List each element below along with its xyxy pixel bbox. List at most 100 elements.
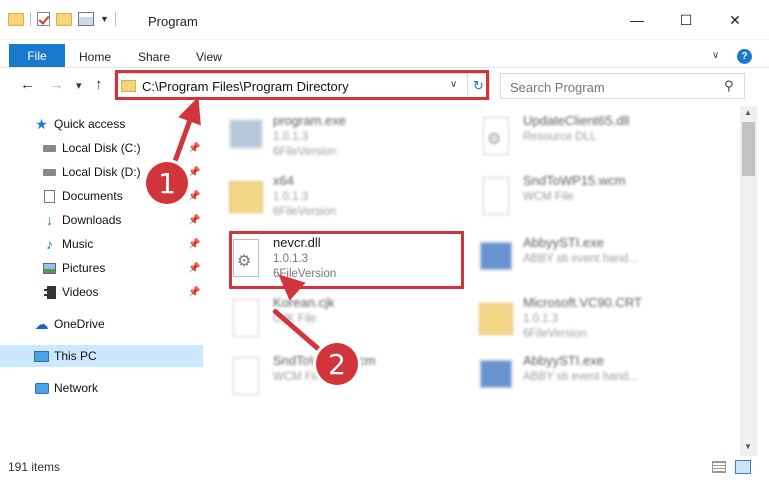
pin-icon[interactable]: 📌 bbox=[188, 143, 200, 154]
tab-file[interactable]: File bbox=[9, 44, 65, 67]
sidebar-item-onedrive[interactable]: ☁ OneDrive bbox=[0, 313, 203, 335]
up-button[interactable]: ↑ bbox=[95, 76, 103, 93]
file-type: ABBY sti event hand... bbox=[523, 371, 638, 383]
pin-icon[interactable]: 📌 bbox=[188, 263, 200, 274]
pc-icon bbox=[34, 349, 49, 363]
properties-checkbox-icon[interactable] bbox=[37, 12, 50, 26]
folder-icon bbox=[477, 297, 513, 341]
drive-icon bbox=[42, 165, 57, 179]
file-item[interactable]: ⚙ UpdateClient65.dll Resource DLL bbox=[455, 109, 715, 165]
pin-icon[interactable]: 📌 bbox=[188, 215, 200, 226]
pin-icon[interactable]: 📌 bbox=[188, 167, 200, 178]
sidebar-item-quick-access[interactable]: ★ Quick access bbox=[0, 113, 203, 135]
search-placeholder: Search Program bbox=[510, 80, 605, 95]
pin-icon[interactable]: 📌 bbox=[188, 239, 200, 250]
tab-home[interactable]: Home bbox=[79, 50, 111, 64]
file-name: program.exe bbox=[273, 113, 346, 128]
file-type: ABBY sti event hand... bbox=[523, 253, 638, 265]
forward-button[interactable]: → bbox=[49, 76, 64, 93]
expand-ribbon-icon[interactable]: ∨ bbox=[712, 50, 719, 61]
status-bar: 191 items bbox=[0, 456, 769, 487]
file-highlight-box bbox=[229, 231, 464, 289]
file-version: 1.0.1.3 bbox=[273, 191, 309, 203]
quick-access-toolbar: ▼ bbox=[8, 12, 116, 26]
sidebar-item-pictures[interactable]: Pictures 📌 bbox=[0, 257, 203, 279]
sidebar-item-this-pc[interactable]: This PC bbox=[0, 345, 203, 367]
pin-icon[interactable]: 📌 bbox=[188, 191, 200, 202]
document-icon bbox=[477, 175, 513, 219]
file-description: 6FileVersion bbox=[273, 206, 337, 218]
dll-icon: ⚙ bbox=[477, 115, 513, 159]
music-icon: ♪ bbox=[46, 236, 53, 252]
sidebar-item-videos[interactable]: Videos 📌 bbox=[0, 281, 203, 303]
file-name: x64 bbox=[273, 173, 294, 188]
sidebar-item-label: Quick access bbox=[54, 117, 126, 131]
separator bbox=[114, 12, 116, 26]
file-type: WCM File bbox=[273, 371, 324, 383]
exe-icon bbox=[227, 115, 263, 159]
sidebar-item-network[interactable]: Network bbox=[0, 377, 203, 399]
document-icon bbox=[227, 355, 263, 399]
sidebar-item-label: Local Disk (D:) bbox=[62, 165, 141, 179]
sidebar-item-local-disk-c[interactable]: Local Disk (C:) 📌 bbox=[0, 137, 203, 159]
step-badge-1: 1 bbox=[146, 162, 188, 204]
file-item[interactable]: AbbyySTI.exe ABBY sti event hand... bbox=[455, 349, 715, 405]
downloads-icon: ↓ bbox=[46, 212, 53, 228]
file-description: 6FileVersion bbox=[273, 146, 337, 158]
scroll-thumb[interactable] bbox=[742, 122, 755, 176]
search-input[interactable]: Search Program ⚲ bbox=[500, 73, 745, 99]
address-highlight-box bbox=[115, 70, 489, 100]
scroll-down-icon[interactable]: ▼ bbox=[744, 442, 752, 451]
tab-view[interactable]: View bbox=[196, 50, 222, 64]
file-type: WCM File bbox=[523, 191, 574, 203]
folder-icon bbox=[227, 175, 263, 219]
sidebar-item-label: Local Disk (C:) bbox=[62, 141, 141, 155]
onedrive-icon: ☁ bbox=[34, 315, 49, 332]
sidebar-item-label: Pictures bbox=[62, 261, 106, 275]
sidebar-item-label: OneDrive bbox=[54, 317, 105, 331]
file-name: Microsoft.VC90.CRT bbox=[523, 295, 642, 310]
vertical-scrollbar[interactable]: ▲ ▼ bbox=[740, 106, 757, 456]
back-button[interactable]: ← bbox=[20, 76, 35, 93]
new-folder-icon[interactable] bbox=[56, 12, 72, 26]
close-button[interactable]: ✕ bbox=[712, 10, 758, 30]
tiles-view-icon[interactable] bbox=[735, 460, 751, 474]
details-view-icon[interactable] bbox=[712, 461, 726, 473]
sidebar-item-label: Network bbox=[54, 381, 99, 395]
file-item[interactable]: program.exe 1.0.1.3 6FileVersion bbox=[205, 109, 465, 165]
chevron-down-icon[interactable]: ▼ bbox=[100, 14, 109, 24]
drive-icon bbox=[42, 141, 57, 155]
minimize-button[interactable]: — bbox=[614, 10, 660, 30]
file-item[interactable]: AbbyySTI.exe ABBY sti event hand... bbox=[455, 231, 715, 287]
file-description: 6FileVersion bbox=[523, 328, 587, 340]
documents-icon bbox=[42, 189, 57, 203]
sidebar-item-label: Music bbox=[62, 237, 94, 251]
tab-share[interactable]: Share bbox=[138, 50, 170, 64]
file-type: Resource DLL bbox=[523, 131, 597, 143]
step-badge-2: 2 bbox=[316, 343, 358, 385]
file-item[interactable]: Korean.cjk CJK File bbox=[205, 291, 465, 347]
sidebar-item-music[interactable]: ♪ Music 📌 bbox=[0, 233, 203, 255]
sidebar-item-downloads[interactable]: ↓ Downloads 📌 bbox=[0, 209, 203, 231]
folder-icon bbox=[8, 12, 24, 26]
recent-locations-button[interactable]: ▾ bbox=[76, 79, 82, 92]
scroll-up-icon[interactable]: ▲ bbox=[744, 108, 752, 117]
pictures-icon bbox=[42, 261, 57, 275]
customize-toolbar-icon[interactable] bbox=[78, 12, 94, 26]
file-item[interactable]: Microsoft.VC90.CRT 1.0.1.3 6FileVersion bbox=[455, 291, 715, 347]
separator bbox=[30, 12, 31, 26]
network-icon bbox=[34, 381, 49, 395]
maximize-button[interactable]: ☐ bbox=[663, 10, 709, 30]
search-icon: ⚲ bbox=[724, 78, 734, 93]
file-item[interactable]: x64 1.0.1.3 6FileVersion bbox=[205, 169, 465, 225]
help-icon[interactable]: ? bbox=[737, 49, 752, 64]
pin-icon[interactable]: 📌 bbox=[188, 287, 200, 298]
ribbon-tabs: File Home Share View ∨ ? bbox=[0, 40, 769, 68]
file-name: Korean.cjk bbox=[273, 295, 335, 310]
title-bar: ▼ Program — ☐ ✕ bbox=[0, 0, 769, 40]
sidebar-item-label: Videos bbox=[62, 285, 99, 299]
file-item[interactable]: SndToWP15.wcm WCM File bbox=[455, 169, 715, 225]
sidebar-item-label: This PC bbox=[54, 349, 97, 363]
file-name: AbbyySTI.exe bbox=[523, 235, 604, 250]
star-icon: ★ bbox=[35, 115, 48, 132]
